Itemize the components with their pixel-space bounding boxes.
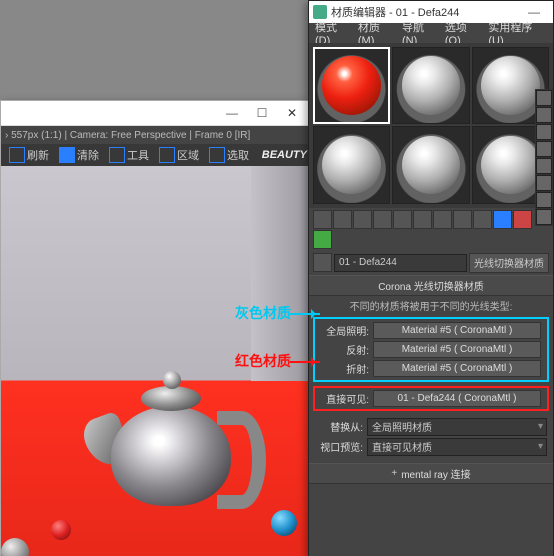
render-sphere-blue (271, 510, 297, 536)
param-refract: 折射: Material #5 ( CoronaMtl ) (315, 359, 547, 378)
expand-icon: + (391, 468, 397, 479)
material-editor: 材质编辑器 - 01 - Defa244 — 模式(D) 材质(M) 导航(N)… (308, 0, 554, 556)
side-tool-icon[interactable] (536, 141, 552, 157)
toolbar-tools[interactable]: 工具 (105, 147, 153, 163)
render-teapot (81, 366, 261, 516)
mat-tool-icon[interactable] (413, 210, 432, 229)
mat-tool-icon[interactable] (373, 210, 392, 229)
side-tool-icon[interactable] (536, 175, 552, 191)
highlight-box-blue: 全局照明: Material #5 ( CoronaMtl ) 反射: Mate… (313, 317, 549, 382)
sample-slot-4[interactable] (313, 126, 390, 203)
param-gi: 全局照明: Material #5 ( CoronaMtl ) (315, 321, 547, 340)
sample-side-toolbar (535, 89, 553, 226)
material-name-field[interactable]: 01 - Defa244 (334, 254, 467, 272)
sample-ball (402, 136, 461, 195)
param-direct-label: 直接可见: (321, 391, 369, 406)
mat-tool-icon[interactable] (493, 210, 512, 229)
side-tool-icon[interactable] (536, 90, 552, 106)
app-icon (313, 5, 327, 19)
sample-ball (481, 136, 540, 195)
param-reflect: 反射: Material #5 ( CoronaMtl ) (315, 340, 547, 359)
material-sample-slots (309, 43, 553, 208)
mat-tool-icon[interactable] (433, 210, 452, 229)
maximize-button[interactable]: ☐ (247, 103, 277, 123)
material-editor-title: 材质编辑器 - 01 - Defa244 (331, 4, 459, 20)
render-mode-label[interactable]: BEAUTY (262, 149, 307, 161)
param-reflect-label: 反射: (321, 342, 369, 357)
mat-tool-icon[interactable] (393, 210, 412, 229)
material-editor-menu: 模式(D) 材质(M) 导航(N) 选项(O) 实用程序(U) (309, 23, 553, 43)
mat-tool-icon[interactable] (313, 230, 332, 249)
param-direct: 直接可见: 01 - Defa244 ( CoronaMtl ) (315, 389, 547, 408)
mat-tool-icon[interactable] (513, 210, 532, 229)
sample-ball-red (322, 56, 381, 115)
viewport-toolbar: 刷新 清除 工具 区域 选取 BEAUTY (1, 144, 311, 166)
mat-tool-icon[interactable] (333, 210, 352, 229)
replace-from-label: 替换从: (315, 419, 363, 434)
toolbar-select[interactable]: 选取 (205, 147, 253, 163)
param-reflect-value[interactable]: Material #5 ( CoronaMtl ) (373, 341, 541, 358)
eyedropper-icon[interactable] (313, 253, 332, 272)
param-direct-value[interactable]: 01 - Defa244 ( CoronaMtl ) (373, 390, 541, 407)
material-toolbar (309, 208, 553, 251)
sample-slot-1[interactable] (313, 47, 390, 124)
replace-from-dropdown[interactable]: 全局照明材质 (367, 418, 547, 436)
render-sphere-grey (1, 538, 29, 556)
sample-slot-5[interactable] (392, 126, 469, 203)
sample-slot-2[interactable] (392, 47, 469, 124)
mat-tool-icon[interactable] (473, 210, 492, 229)
material-name-row: 01 - Defa244 光线切换器材质 (309, 251, 553, 275)
toolbar-refresh[interactable]: 刷新 (5, 147, 53, 163)
viewport-preview-label: 视口预览: (315, 439, 363, 454)
side-tool-icon[interactable] (536, 107, 552, 123)
rollout-subtitle: 不同的材质将被用于不同的光线类型: (309, 296, 553, 315)
viewport-preview-dropdown[interactable]: 直接可见材质 (367, 438, 547, 456)
render-window: — ☐ ✕ › 557px (1:1) | Camera: Free Persp… (0, 100, 312, 556)
param-replace-from: 替换从: 全局照明材质 (309, 417, 553, 437)
sample-ball (402, 56, 461, 115)
mat-tool-icon[interactable] (313, 210, 332, 229)
sample-ball (322, 136, 381, 195)
viewport-info: › 557px (1:1) | Camera: Free Perspective… (1, 126, 311, 144)
sample-ball (481, 56, 540, 115)
highlight-box-red: 直接可见: 01 - Defa244 ( CoronaMtl ) (313, 386, 549, 411)
toolbar-region[interactable]: 区域 (155, 147, 203, 163)
param-gi-label: 全局照明: (321, 323, 369, 338)
render-view (1, 166, 311, 556)
side-tool-icon[interactable] (536, 124, 552, 140)
side-tool-icon[interactable] (536, 192, 552, 208)
param-refract-value[interactable]: Material #5 ( CoronaMtl ) (373, 360, 541, 377)
side-tool-icon[interactable] (536, 209, 552, 225)
mat-tool-icon[interactable] (453, 210, 472, 229)
material-type-button[interactable]: 光线切换器材质 (469, 253, 549, 273)
render-sphere-red (51, 520, 71, 540)
side-tool-icon[interactable] (536, 158, 552, 174)
rollout-mentalray[interactable]: +mental ray 连接 (309, 463, 553, 484)
mat-tool-icon[interactable] (353, 210, 372, 229)
close-button[interactable]: ✕ (277, 103, 307, 123)
render-window-titlebar: — ☐ ✕ (1, 101, 311, 126)
rollout-header[interactable]: Corona 光线切换器材质 (309, 275, 553, 296)
param-viewport-preview: 视口预览: 直接可见材质 (309, 437, 553, 457)
param-refract-label: 折射: (321, 361, 369, 376)
minimize-button[interactable]: — (217, 103, 247, 123)
toolbar-clear[interactable]: 清除 (55, 147, 103, 163)
param-gi-value[interactable]: Material #5 ( CoronaMtl ) (373, 322, 541, 339)
